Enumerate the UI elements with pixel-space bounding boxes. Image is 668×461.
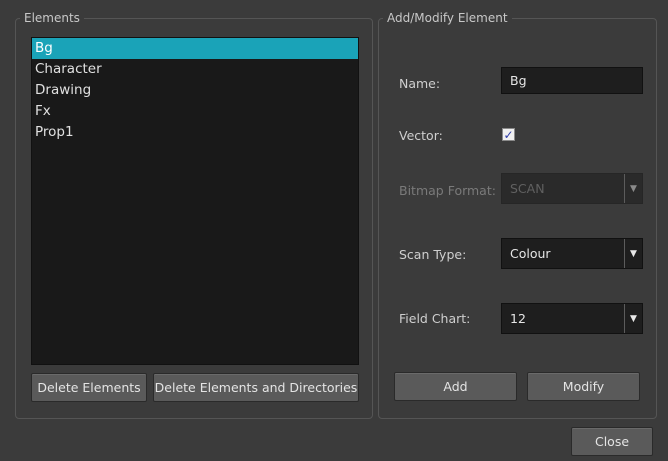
vector-checkbox[interactable]: ✓: [502, 128, 515, 141]
field-chart-dropdown[interactable]: 12 ▼: [501, 303, 643, 334]
list-item-drawing[interactable]: Drawing: [32, 80, 358, 101]
close-button[interactable]: Close: [571, 427, 653, 456]
scan-type-label: Scan Type:: [399, 247, 467, 262]
bitmap-format-label: Bitmap Format:: [399, 183, 496, 198]
vector-label: Vector:: [399, 128, 443, 143]
list-item-character[interactable]: Character: [32, 59, 358, 80]
elements-group-title: Elements: [20, 10, 84, 26]
bitmap-format-value: SCAN: [510, 181, 545, 196]
modify-button[interactable]: Modify: [527, 372, 640, 401]
scan-type-dropdown[interactable]: Colour ▼: [501, 238, 643, 269]
delete-elements-button[interactable]: Delete Elements: [31, 373, 147, 402]
list-item-prop1[interactable]: Prop1: [32, 122, 358, 143]
scan-type-value: Colour: [510, 246, 551, 261]
chevron-down-icon[interactable]: ▼: [624, 304, 642, 333]
chevron-down-icon: ▼: [624, 174, 642, 203]
delete-elements-and-directories-button[interactable]: Delete Elements and Directories: [153, 373, 359, 402]
name-label: Name:: [399, 76, 441, 91]
bitmap-format-dropdown: SCAN ▼: [501, 173, 643, 204]
checkmark-icon: ✓: [503, 127, 514, 142]
name-field[interactable]: Bg: [501, 67, 643, 94]
field-chart-value: 12: [510, 311, 526, 326]
list-item-fx[interactable]: Fx: [32, 101, 358, 122]
add-button[interactable]: Add: [394, 372, 517, 401]
chevron-down-icon[interactable]: ▼: [624, 239, 642, 268]
list-item-bg[interactable]: Bg: [32, 38, 358, 59]
elements-list[interactable]: Bg Character Drawing Fx Prop1: [31, 37, 359, 365]
field-chart-label: Field Chart:: [399, 311, 471, 326]
add-modify-group-title: Add/Modify Element: [383, 10, 512, 26]
